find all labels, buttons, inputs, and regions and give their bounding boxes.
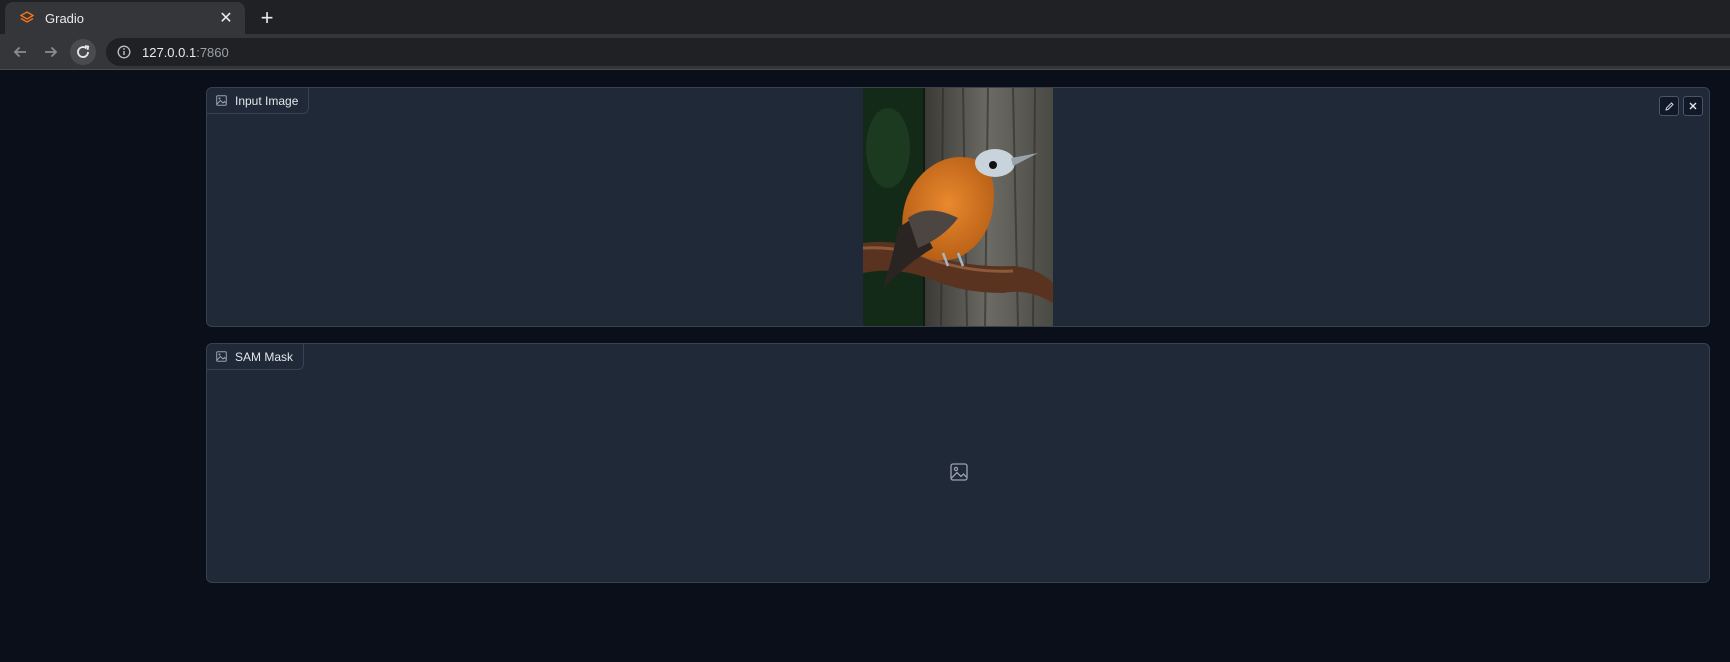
address-bar[interactable]: 127.0.0.1:7860	[106, 38, 1730, 66]
label-text: SAM Mask	[235, 349, 294, 364]
image-icon	[215, 95, 227, 107]
reload-button[interactable]	[70, 39, 96, 65]
close-icon[interactable]: ✕	[217, 9, 235, 27]
info-icon[interactable]	[116, 44, 132, 60]
back-button[interactable]	[7, 39, 33, 65]
input-image-panel[interactable]: Input Image	[206, 87, 1710, 327]
pencil-icon	[1664, 101, 1674, 111]
reload-icon	[77, 45, 90, 58]
browser-toolbar: 127.0.0.1:7860	[0, 34, 1730, 70]
browser-tabstrip: Gradio ✕ +	[0, 0, 1730, 34]
url-port: :7860	[196, 44, 229, 60]
plus-icon[interactable]: +	[255, 5, 279, 30]
sam-mask-panel: SAM Mask	[206, 343, 1710, 583]
browser-tab[interactable]: Gradio ✕	[5, 2, 245, 34]
arrow-left-icon	[13, 46, 26, 58]
image-icon	[215, 351, 227, 363]
sam-mask-label: SAM Mask	[207, 344, 305, 370]
image-placeholder-icon	[949, 462, 969, 482]
forward-button[interactable]	[38, 39, 64, 65]
input-image-label: Input Image	[207, 88, 310, 114]
gradio-logo-icon	[19, 10, 35, 26]
arrow-right-icon	[45, 46, 58, 58]
image-tool-buttons	[1659, 96, 1703, 116]
input-image-preview[interactable]	[863, 88, 1053, 326]
edit-button[interactable]	[1659, 96, 1679, 116]
clear-button[interactable]	[1683, 96, 1703, 116]
tab-title: Gradio	[45, 10, 85, 26]
label-text: Input Image	[235, 93, 299, 108]
close-icon	[1689, 102, 1697, 110]
url-host: 127.0.0.1	[142, 44, 197, 60]
